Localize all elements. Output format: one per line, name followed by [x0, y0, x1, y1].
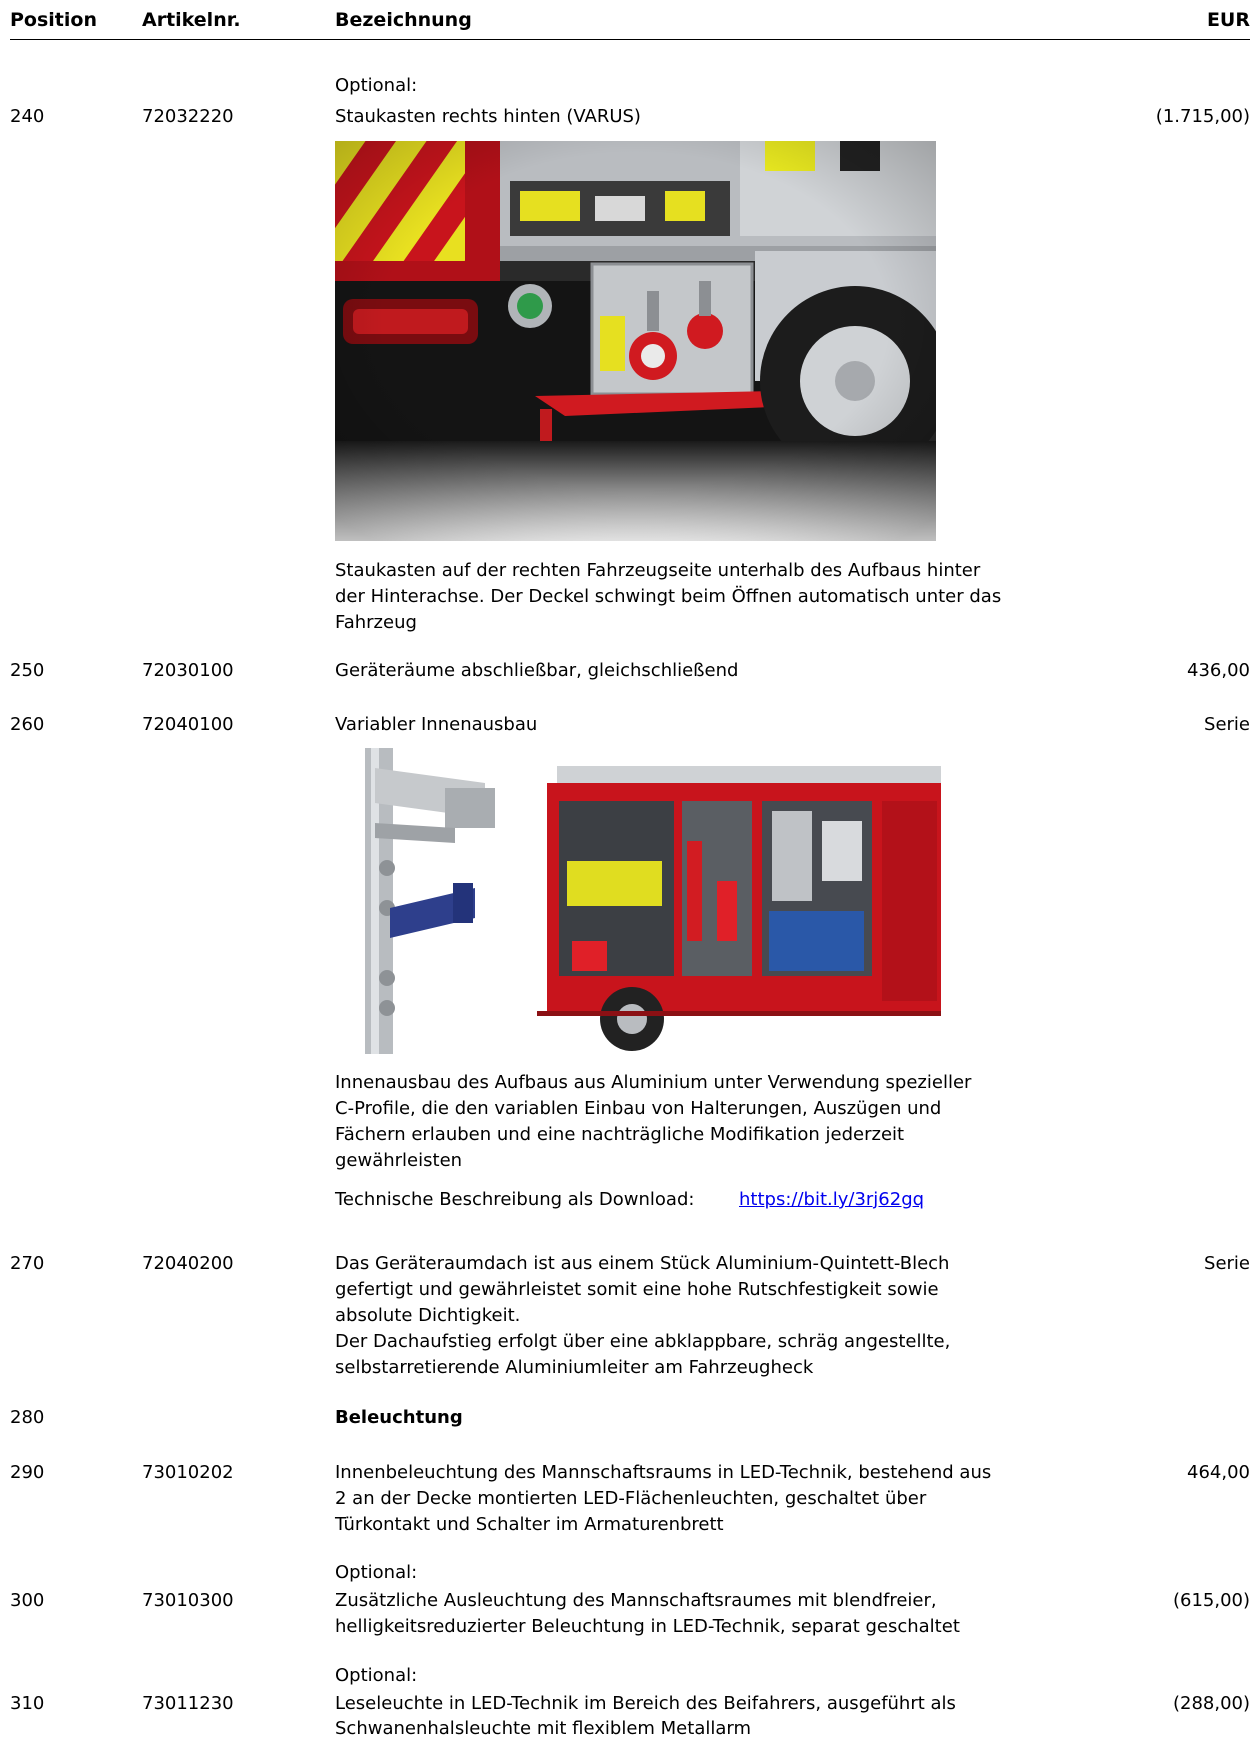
optional-label: Optional:	[335, 75, 418, 96]
header-divider	[10, 39, 1250, 40]
item-price: (1.715,00)	[1155, 106, 1250, 127]
item-description-line: Der Dachaufstieg erfolgt über eine abkla…	[335, 1331, 951, 1352]
article-number: 73010202	[142, 1462, 234, 1483]
item-price: 464,00	[1187, 1462, 1250, 1483]
item-price: Serie	[1204, 1253, 1250, 1274]
optional-label: Optional:	[335, 1562, 418, 1583]
fire-truck-photo	[537, 761, 941, 1053]
download-label: Technische Beschreibung als Download:	[335, 1189, 695, 1210]
position-number: 260	[10, 714, 45, 735]
header-eur: EUR	[1206, 9, 1250, 31]
item-description-line: 2 an der Decke montierten LED-Flächenleu…	[335, 1488, 927, 1509]
position-number: 240	[10, 106, 45, 127]
item-description-line: Das Geräteraumdach ist aus einem Stück A…	[335, 1253, 950, 1274]
header-bezeichnung: Bezeichnung	[335, 9, 472, 31]
article-number: 73011230	[142, 1693, 234, 1714]
item-price: (288,00)	[1172, 1693, 1250, 1714]
header-artikelnr: Artikelnr.	[142, 9, 241, 31]
article-number: 72030100	[142, 660, 234, 681]
item-description-line: selbstarretierende Aluminiumleiter am Fa…	[335, 1357, 814, 1378]
item-title: Staukasten rechts hinten (VARUS)	[335, 106, 641, 127]
header-position: Position	[10, 9, 97, 31]
article-number: 72040100	[142, 714, 234, 735]
item-description-line: absolute Dichtigkeit.	[335, 1305, 521, 1326]
item-description-line: Leseleuchte in LED-Technik im Bereich de…	[335, 1693, 956, 1714]
item-price: 436,00	[1187, 660, 1250, 681]
item-description-line: Fächern erlauben und eine nachträgliche …	[335, 1124, 905, 1145]
position-number: 300	[10, 1590, 45, 1611]
article-number: 73010300	[142, 1590, 234, 1611]
item-title: Geräteräume abschließbar, gleichschließe…	[335, 660, 739, 681]
item-description-line: gewährleisten	[335, 1150, 463, 1171]
position-number: 310	[10, 1693, 45, 1714]
item-description-line: Fahrzeug	[335, 612, 417, 633]
item-description-line: Türkontakt und Schalter im Armaturenbret…	[335, 1514, 724, 1535]
staukasten-photo	[335, 141, 936, 541]
article-number: 72040200	[142, 1253, 234, 1274]
item-price: Serie	[1204, 714, 1250, 735]
item-description-line: Zusätzliche Ausleuchtung des Mannschafts…	[335, 1590, 937, 1611]
position-number: 290	[10, 1462, 45, 1483]
item-description-line: Innenausbau des Aufbaus aus Aluminium un…	[335, 1072, 972, 1093]
position-number: 270	[10, 1253, 45, 1274]
section-heading: Beleuchtung	[335, 1407, 463, 1428]
item-description-line: helligkeitsreduzierter Beleuchtung in LE…	[335, 1616, 960, 1637]
item-description-line: Staukasten auf der rechten Fahrzeugseite…	[335, 560, 981, 581]
item-title: Variabler Innenausbau	[335, 714, 538, 735]
article-number: 72032220	[142, 106, 234, 127]
item-description-line: Schwanenhalsleuchte mit flexiblem Metall…	[335, 1718, 751, 1739]
item-description-line: C-Profile, die den variablen Einbau von …	[335, 1098, 942, 1119]
item-description-line: gefertigt und gewährleistet somit eine h…	[335, 1279, 939, 1300]
item-price: (615,00)	[1172, 1590, 1250, 1611]
optional-label: Optional:	[335, 1665, 418, 1686]
c-profile-photo	[335, 748, 505, 1054]
item-description-line: der Hinterachse. Der Deckel schwingt bei…	[335, 586, 1002, 607]
item-description-line: Innenbeleuchtung des Mannschaftsraums in…	[335, 1462, 992, 1483]
position-number: 280	[10, 1407, 45, 1428]
download-link[interactable]: https://bit.ly/3rj62gq	[739, 1187, 924, 1213]
position-number: 250	[10, 660, 45, 681]
